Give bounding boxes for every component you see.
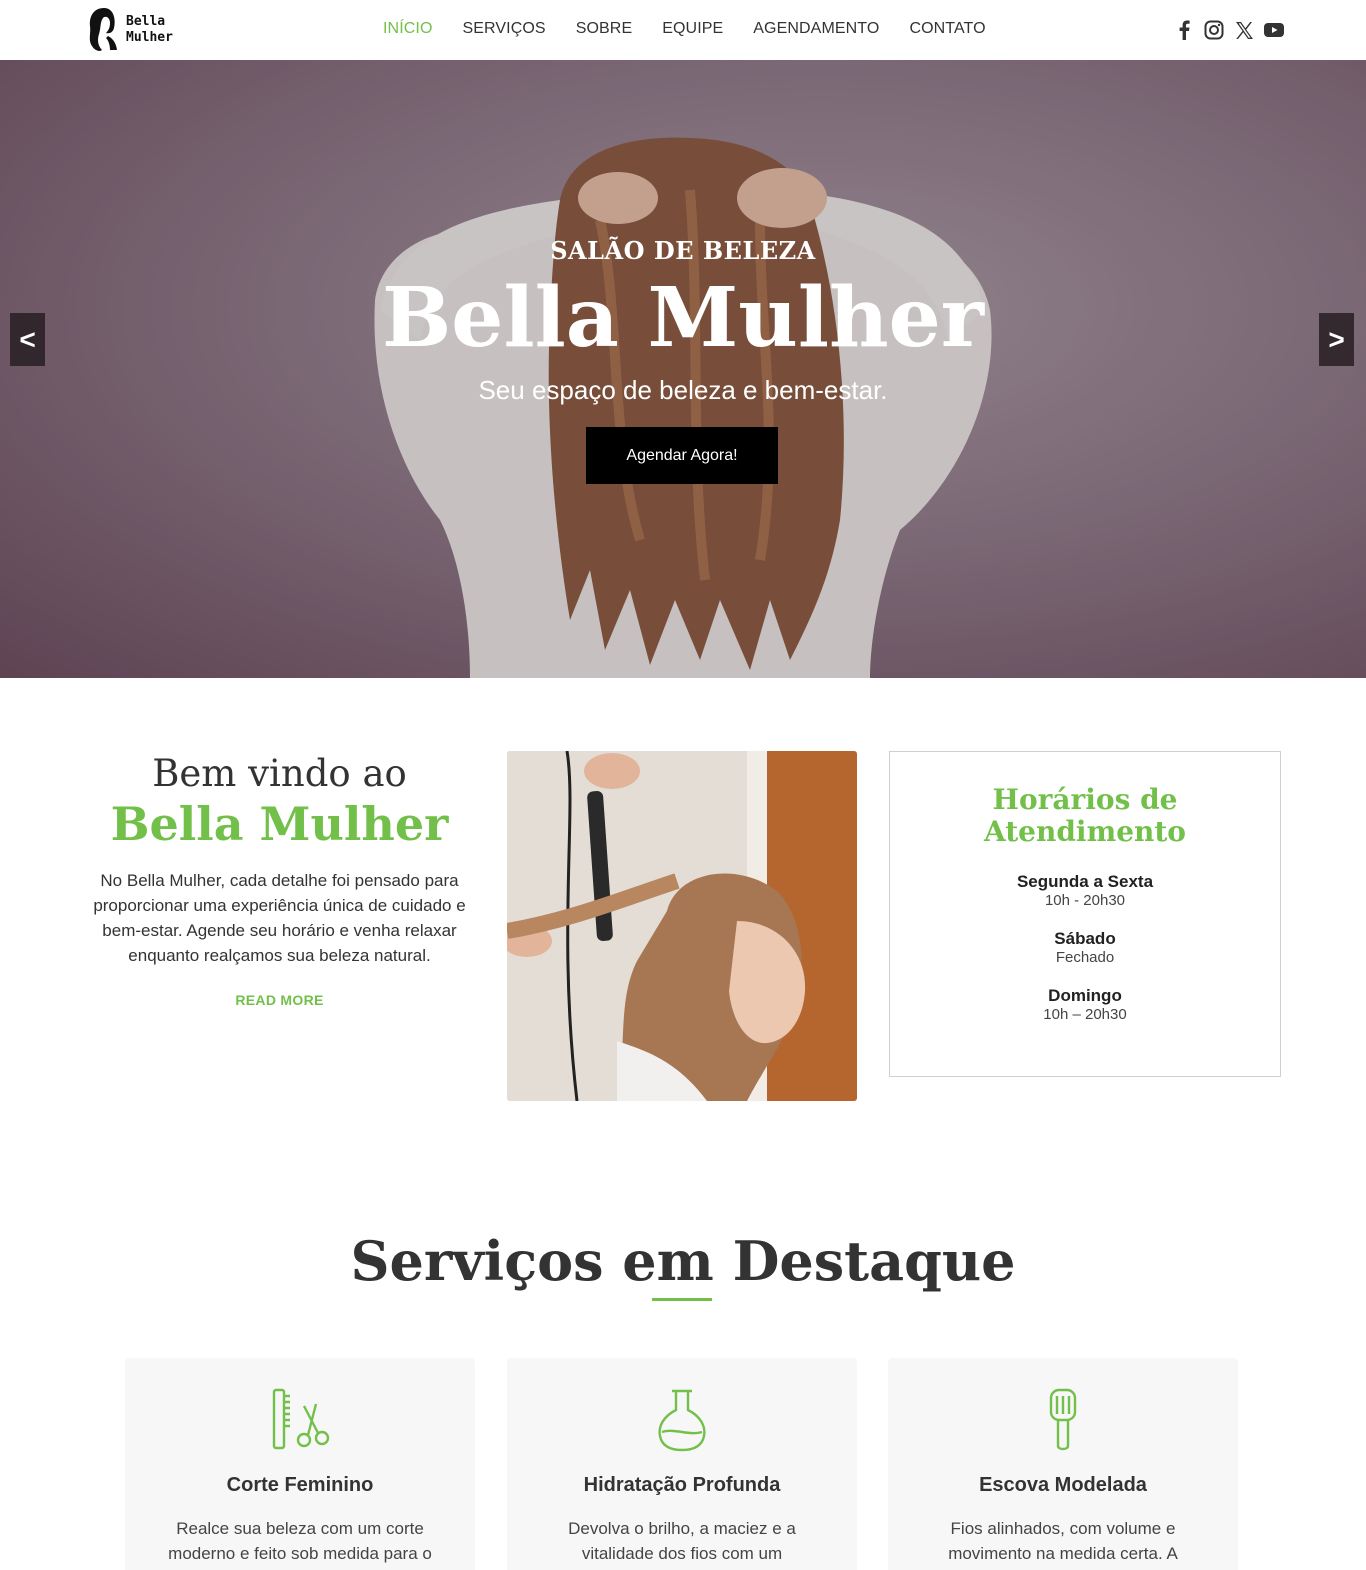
salon-photo bbox=[507, 751, 857, 1101]
service-text: Fios alinhados, com volume e movimento n… bbox=[948, 1519, 1178, 1563]
flask-icon bbox=[507, 1388, 857, 1452]
service-card[interactable]: Corte Feminino Realce sua beleza com um … bbox=[125, 1358, 475, 1570]
comb-scissors-icon bbox=[125, 1388, 475, 1452]
hours-day: Sábado bbox=[1054, 929, 1116, 948]
hours-list: Segunda a Sexta 10h - 20h30 Sábado Fecha… bbox=[890, 872, 1280, 1024]
instagram-icon[interactable] bbox=[1204, 19, 1224, 41]
woman-silhouette-icon bbox=[89, 8, 117, 51]
hairbrush-icon bbox=[888, 1388, 1238, 1452]
service-card[interactable]: Escova Modelada Fios alinhados, com volu… bbox=[888, 1358, 1238, 1570]
welcome-section: Bem vindo ao Bella Mulher No Bella Mulhe… bbox=[86, 752, 473, 1010]
youtube-icon[interactable] bbox=[1264, 19, 1284, 41]
site-header: Bella Mulher INÍCIO SERVIÇOS SOBRE EQUIP… bbox=[0, 0, 1366, 60]
service-title: Escova Modelada bbox=[979, 1474, 1147, 1496]
hours-time: 10h – 20h30 bbox=[1043, 1006, 1127, 1023]
heading-underline bbox=[652, 1298, 712, 1301]
x-icon[interactable] bbox=[1234, 19, 1254, 41]
hours-title: Horários de Atendimento bbox=[984, 783, 1186, 848]
hero-title: Bella Mulher bbox=[382, 270, 984, 366]
logo-line1: Bella bbox=[126, 14, 166, 29]
welcome-text: No Bella Mulher, cada detalhe foi pensad… bbox=[93, 871, 466, 965]
welcome-brand: Bella Mulher bbox=[110, 797, 449, 851]
hours-time: Fechado bbox=[1055, 949, 1115, 966]
hero-slider: SALÃO DE BELEZA Bella Mulher Seu espaço … bbox=[0, 60, 1366, 678]
social-links bbox=[1174, 19, 1284, 41]
nav-sobre[interactable]: SOBRE bbox=[576, 20, 633, 38]
nav-agendamento[interactable]: AGENDAMENTO bbox=[753, 20, 879, 38]
hours-time: 10h - 20h30 bbox=[1044, 892, 1126, 909]
nav-inicio[interactable]: INÍCIO bbox=[383, 20, 433, 38]
service-text: Devolva o brilho, a maciez e a vitalidad… bbox=[568, 1519, 796, 1563]
opening-hours-box: Horários de Atendimento Segunda a Sexta … bbox=[889, 751, 1281, 1077]
schedule-button[interactable]: Agendar Agora! bbox=[586, 427, 778, 484]
facebook-icon[interactable] bbox=[1174, 19, 1194, 41]
nav-contato[interactable]: CONTATO bbox=[909, 20, 985, 38]
main-nav: INÍCIO SERVIÇOS SOBRE EQUIPE AGENDAMENTO… bbox=[383, 20, 1016, 38]
service-title: Corte Feminino bbox=[226, 1474, 374, 1496]
hero-kicker: SALÃO DE BELEZA bbox=[550, 236, 816, 265]
hours-day: Segunda a Sexta bbox=[1016, 872, 1154, 891]
slider-prev-button[interactable]: < bbox=[10, 313, 45, 366]
hero-overlay bbox=[0, 60, 1366, 678]
nav-equipe[interactable]: EQUIPE bbox=[662, 20, 723, 38]
logo[interactable]: Bella Mulher bbox=[86, 6, 173, 54]
hero-subtitle: Seu espaço de beleza e bem-estar. bbox=[478, 375, 888, 405]
service-text: Realce sua beleza com um corte moderno e… bbox=[168, 1519, 432, 1563]
nav-servicos[interactable]: SERVIÇOS bbox=[463, 20, 546, 38]
read-more-link[interactable]: READ MORE bbox=[235, 992, 323, 1008]
hours-day: Domingo bbox=[1048, 986, 1122, 1005]
service-title: Hidratação Profunda bbox=[583, 1474, 781, 1496]
welcome-heading: Bem vindo ao bbox=[152, 752, 407, 795]
slider-next-button[interactable]: > bbox=[1319, 313, 1354, 366]
service-card[interactable]: Hidratação Profunda Devolva o brilho, a … bbox=[507, 1358, 857, 1570]
logo-line2: Mulher bbox=[126, 30, 173, 45]
services-heading: Serviços em Destaque bbox=[350, 1229, 1016, 1293]
